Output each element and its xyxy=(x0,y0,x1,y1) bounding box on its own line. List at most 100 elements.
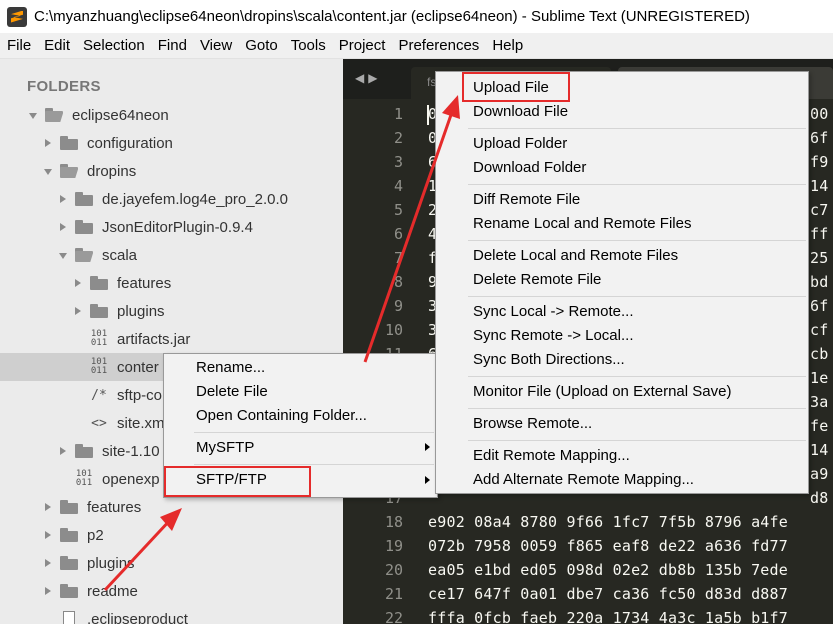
binary-glyph-bottom: 011 xyxy=(90,338,108,348)
code-line-fragment: 25 xyxy=(810,249,829,267)
menu-file[interactable]: File xyxy=(7,37,31,54)
menu-add-alternate-mapping[interactable]: Add Alternate Remote Mapping... xyxy=(473,471,694,488)
code-line-fragment: bd xyxy=(810,273,829,291)
code-line-fragment: c7 xyxy=(810,201,829,219)
tree-item-label: de.jayefem.log4e_pro_2.0.0 xyxy=(102,190,288,208)
line-number: 20 xyxy=(384,561,403,579)
disclosure-closed-icon[interactable] xyxy=(57,437,69,465)
disclosure-closed-icon[interactable] xyxy=(72,297,84,325)
tree-item[interactable]: eclipse64neon xyxy=(0,101,343,129)
code-line-fragment: cf xyxy=(810,321,829,339)
menu-edit-remote-mapping[interactable]: Edit Remote Mapping... xyxy=(473,447,630,464)
tree-item-label: p2 xyxy=(87,526,104,544)
tree-item[interactable]: de.jayefem.log4e_pro_2.0.0 xyxy=(0,185,343,213)
menu-separator xyxy=(194,464,434,465)
menu-monitor-file[interactable]: Monitor File (Upload on External Save) xyxy=(473,383,731,400)
highlight-upload-file xyxy=(462,72,570,102)
disclosure-closed-icon[interactable] xyxy=(72,269,84,297)
tree-item[interactable]: features xyxy=(0,269,343,297)
folder-open-icon xyxy=(75,248,93,262)
code-line[interactable]: ce17 647f 0a01 dbe7 ca36 fc50 d83d d887 xyxy=(428,585,788,603)
tree-item[interactable]: scala xyxy=(0,241,343,269)
menu-sync-both[interactable]: Sync Both Directions... xyxy=(473,351,625,368)
folder-icon xyxy=(60,556,78,570)
menu-rename-local-remote[interactable]: Rename Local and Remote Files xyxy=(473,215,691,232)
folder-icon xyxy=(60,528,78,542)
menu-delete-local-remote[interactable]: Delete Local and Remote Files xyxy=(473,247,678,264)
code-line-fragment: 1e xyxy=(810,369,829,387)
menu-find[interactable]: Find xyxy=(158,37,187,54)
menu-rename[interactable]: Rename... xyxy=(196,359,265,376)
code-line[interactable]: e902 08a4 8780 9f66 1fc7 7f5b 8796 a4fe xyxy=(428,513,788,531)
tree-item[interactable]: configuration xyxy=(0,129,343,157)
code-line[interactable]: ea05 e1bd ed05 098d 02e2 db8b 135b 7ede xyxy=(428,561,788,579)
tree-item[interactable]: plugins xyxy=(0,549,343,577)
tree-item[interactable]: JsonEditorPlugin-0.9.4 xyxy=(0,213,343,241)
tree-item[interactable]: readme xyxy=(0,577,343,605)
menu-open-containing-folder[interactable]: Open Containing Folder... xyxy=(196,407,367,424)
menu-download-folder[interactable]: Download Folder xyxy=(473,159,586,176)
menu-edit[interactable]: Edit xyxy=(44,37,70,54)
disclosure-closed-icon[interactable] xyxy=(42,577,54,605)
menu-sync-remote-local[interactable]: Sync Remote -> Local... xyxy=(473,327,634,344)
folders-header: FOLDERS xyxy=(27,78,101,95)
disclosure-open-icon[interactable] xyxy=(57,241,69,269)
disclosure-closed-icon[interactable] xyxy=(57,185,69,213)
code-line-fragment: cb xyxy=(810,345,829,363)
tree-item[interactable]: p2 xyxy=(0,521,343,549)
tree-item[interactable]: plugins xyxy=(0,297,343,325)
menu-upload-folder[interactable]: Upload Folder xyxy=(473,135,567,152)
line-number: 10 xyxy=(384,321,403,339)
menu-download-file[interactable]: Download File xyxy=(473,103,568,120)
menu-selection[interactable]: Selection xyxy=(83,37,145,54)
tree-item[interactable]: 101 011 artifacts.jar xyxy=(0,325,343,353)
folder-icon xyxy=(60,584,78,598)
submenu-arrow-icon xyxy=(425,443,430,451)
folder-icon xyxy=(75,220,93,234)
disclosure-closed-icon[interactable] xyxy=(42,521,54,549)
menu-browse-remote[interactable]: Browse Remote... xyxy=(473,415,592,432)
menu-bar: File Edit Selection Find View Goto Tools… xyxy=(0,33,833,59)
menu-preferences[interactable]: Preferences xyxy=(398,37,479,54)
code-line[interactable]: 072b 7958 0059 f865 eaf8 de22 a636 fd77 xyxy=(428,537,788,555)
menu-view[interactable]: View xyxy=(200,37,232,54)
menu-separator xyxy=(468,128,806,129)
disclosure-open-icon[interactable] xyxy=(27,101,39,129)
disclosure-closed-icon[interactable] xyxy=(42,129,54,157)
tree-item[interactable]: dropins xyxy=(0,157,343,185)
tree-item-label: plugins xyxy=(87,554,135,572)
menu-project[interactable]: Project xyxy=(339,37,386,54)
tree-item-label: site.xm xyxy=(117,414,165,432)
binary-file-icon: 101 011 xyxy=(90,330,108,348)
line-number: 9 xyxy=(393,297,403,315)
disclosure-closed-icon[interactable] xyxy=(57,213,69,241)
code-line[interactable]: fffa 0fcb faeb 220a 1734 4a3c 1a5b b1f7 xyxy=(428,609,788,624)
window-title: C:\myanzhuang\eclipse64neon\dropins\scal… xyxy=(34,8,750,25)
menu-separator xyxy=(468,440,806,441)
disclosure-closed-icon[interactable] xyxy=(42,493,54,521)
menu-mysftp[interactable]: MySFTP xyxy=(196,439,254,456)
menu-tools[interactable]: Tools xyxy=(291,37,326,54)
menu-goto[interactable]: Goto xyxy=(245,37,278,54)
disclosure-open-icon[interactable] xyxy=(42,157,54,185)
menu-delete-file[interactable]: Delete File xyxy=(196,383,268,400)
menu-delete-remote-file[interactable]: Delete Remote File xyxy=(473,271,601,288)
menu-help[interactable]: Help xyxy=(492,37,523,54)
line-number: 6 xyxy=(393,225,403,243)
code-line-fragment: 14 xyxy=(810,177,829,195)
tab-scroll-arrows-icon[interactable]: ◀▶ xyxy=(355,71,381,85)
tree-item[interactable]: .eclipseproduct xyxy=(0,605,343,624)
tree-item-label: scala xyxy=(102,246,138,264)
sftp-submenu: Upload File Download File Upload Folder … xyxy=(435,71,809,494)
tree-item-label: openexp xyxy=(102,470,160,488)
code-line-fragment: fe xyxy=(810,417,829,435)
sublime-text-icon xyxy=(7,6,27,27)
line-number: 22 xyxy=(384,609,403,624)
code-line-fragment: 00 xyxy=(810,105,829,123)
code-line-fragment: 3a xyxy=(810,393,829,411)
menu-sync-local-remote[interactable]: Sync Local -> Remote... xyxy=(473,303,634,320)
disclosure-closed-icon[interactable] xyxy=(42,549,54,577)
menu-diff-remote-file[interactable]: Diff Remote File xyxy=(473,191,580,208)
